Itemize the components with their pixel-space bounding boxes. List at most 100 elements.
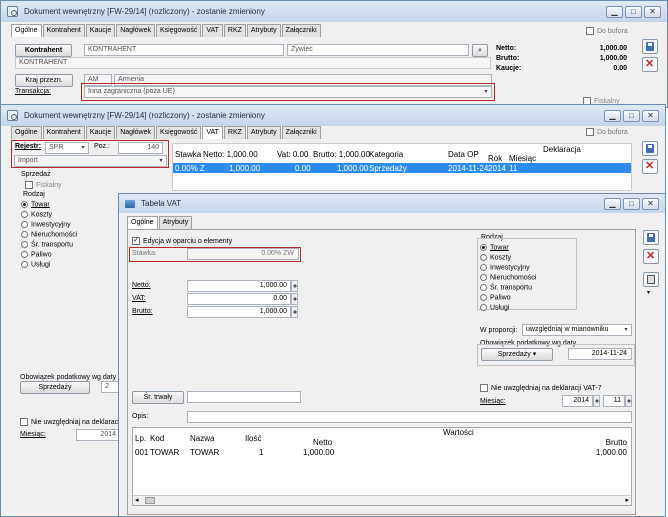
cancel-button[interactable]	[642, 159, 658, 174]
tab-naglowek[interactable]: Nagłówek	[116, 24, 155, 37]
kontrahent-name-field[interactable]: KONTRAHENT	[15, 57, 491, 69]
radio-inwestycyjny[interactable]: Inwestycyjny	[21, 221, 71, 228]
minimize-button[interactable]: ▁	[604, 198, 621, 210]
scroll-left-icon[interactable]: ◂	[135, 496, 139, 504]
kontrahent-button[interactable]: Kontrahent	[15, 44, 72, 57]
radio-uslugi[interactable]: Usługi	[480, 304, 509, 311]
fiskalny-checkbox[interactable]: Fiskalny	[25, 181, 62, 189]
miesiac-year-stepper[interactable]	[593, 395, 600, 407]
tab-atrybuty[interactable]: Atrybuty	[246, 24, 281, 37]
maximize-button[interactable]: □	[623, 198, 640, 210]
window-title-bar[interactable]: Dokument wewnętrzny [FW-29/14] (rozliczo…	[1, 105, 665, 126]
horizontal-scrollbar[interactable]: ◂ ▸	[133, 495, 631, 505]
tab-ogolne[interactable]: Ogólne	[11, 126, 42, 139]
radio-inwestycyjny[interactable]: Inwestycyjny	[480, 264, 530, 271]
w-proporcji-select[interactable]: uwzględniaj w mianowniku ▾	[522, 324, 632, 336]
close-window-button[interactable]: ✕	[642, 198, 659, 210]
radio-paliwo[interactable]: Paliwo	[21, 251, 52, 258]
obowiazek-label: Obowiązek podatkowy wg daty	[20, 374, 117, 381]
close-window-button[interactable]: ✕	[642, 110, 659, 122]
save-button[interactable]	[643, 230, 659, 245]
radio-koszty[interactable]: Koszty	[480, 254, 511, 261]
radio-sr-transportu[interactable]: Śr. transportu	[21, 241, 73, 248]
tab-ksiegowosc[interactable]: Księgowość	[155, 24, 202, 37]
import-select[interactable]: Import ▾	[14, 155, 167, 167]
city-field[interactable]: Żywiec	[287, 44, 469, 56]
search-button[interactable]: ⌕	[472, 44, 488, 57]
tab-ogolne[interactable]: Ogólne	[127, 216, 158, 229]
cancel-button[interactable]	[642, 57, 658, 72]
do-bufora-checkbox[interactable]: Do bufora	[586, 128, 628, 136]
radio-uslugi[interactable]: Usługi	[21, 261, 50, 268]
tab-kaucje[interactable]: Kaucje	[85, 24, 116, 37]
miesiac-month-field[interactable]: 11	[603, 395, 625, 407]
vat-stepper[interactable]	[291, 293, 298, 305]
tab-vat[interactable]: VAT	[202, 126, 223, 139]
do-bufora-checkbox[interactable]: Do bufora	[586, 27, 628, 35]
cell-netto: 1,000.00	[229, 164, 261, 173]
obowiazek-button[interactable]: Sprzedaży	[20, 381, 90, 394]
scroll-right-icon[interactable]: ▸	[625, 496, 629, 504]
tab-atrybuty[interactable]: Atrybuty	[246, 126, 281, 139]
tab-naglowek[interactable]: Nagłówek	[116, 126, 155, 139]
radio-koszty[interactable]: Koszty	[21, 211, 52, 218]
netto-field[interactable]: 1,000.00	[187, 280, 291, 292]
radio-nieruchomosci[interactable]: Nieruchomości	[480, 274, 536, 281]
opis-field[interactable]	[187, 411, 632, 423]
nie-uwzgl-checkbox[interactable]: Nie uwzględniaj na deklaracji	[20, 418, 121, 426]
kraj-przezn-button[interactable]: Kraj przezn.	[15, 74, 73, 87]
tab-ogolne[interactable]: Ogólne	[11, 24, 42, 37]
netto-stepper[interactable]	[291, 280, 298, 292]
tab-atrybuty[interactable]: Atrybuty	[158, 216, 193, 229]
window-title-bar[interactable]: Tabela VAT	[119, 194, 665, 213]
close-window-button[interactable]: ✕	[644, 6, 661, 18]
stawka-field[interactable]: 0.00% ZW	[187, 248, 299, 260]
save-button[interactable]	[642, 39, 658, 54]
tab-zalaczniki[interactable]: Załączniki	[281, 24, 321, 37]
radio-label: Paliwo	[31, 251, 52, 259]
radio-nieruchomosci[interactable]: Nieruchomości	[21, 231, 77, 238]
tab-vat[interactable]: VAT	[202, 24, 223, 37]
cancel-button[interactable]	[643, 249, 659, 264]
miesiac-field[interactable]: 2014	[76, 429, 121, 441]
miesiac-month-stepper[interactable]	[625, 395, 632, 407]
radio-towar[interactable]: Towar	[480, 244, 509, 251]
sr-trwaly-button[interactable]: Śr. trwały	[132, 391, 184, 404]
tab-rkz[interactable]: RKZ	[223, 126, 246, 139]
poz-field[interactable]: 140	[118, 142, 163, 154]
save-button[interactable]	[642, 141, 658, 156]
tab-kontrahent[interactable]: Kontrahent	[42, 24, 85, 37]
tab-ksiegowosc[interactable]: Księgowość	[155, 126, 202, 139]
radio-towar[interactable]: Towar	[21, 201, 50, 208]
miesiac-year-field[interactable]: 2014	[562, 395, 593, 407]
chevron-down-icon[interactable]: ▾	[647, 289, 650, 296]
kontrahent-code-field[interactable]: KONTRAHENT	[84, 44, 284, 56]
maximize-button[interactable]: □	[623, 110, 640, 122]
obowiazek-date-field[interactable]: 2014-11-24	[568, 348, 632, 360]
radio-paliwo[interactable]: Paliwo	[480, 294, 511, 301]
rejestr-label: Rejestr:	[15, 143, 42, 150]
maximize-button[interactable]: □	[625, 6, 642, 18]
brutto-field[interactable]: 1,000.00	[187, 306, 291, 318]
tab-rkz[interactable]: RKZ	[223, 24, 246, 37]
do-bufora-label: Do bufora	[597, 27, 628, 35]
table-row[interactable]: 0.00% Z 1,000.00 0.00 1,000.00 Sprzedaży…	[173, 163, 631, 173]
edycja-checkbox[interactable]: Edycja w oparciu o elementy	[132, 235, 232, 245]
obowiazek-button[interactable]: Sprzedaży ▾	[481, 348, 553, 361]
tab-kaucje[interactable]: Kaucje	[85, 126, 116, 139]
tab-zalaczniki[interactable]: Załączniki	[281, 126, 321, 139]
window-title-bar[interactable]: Dokument wewnętrzny [FW-29/14] (rozliczo…	[1, 1, 667, 22]
brutto-stepper[interactable]	[291, 306, 298, 318]
nie-uwzgl-checkbox[interactable]: Nie uwzględniaj na deklaracji VAT-7	[480, 384, 602, 392]
vat-field[interactable]: 0.00	[187, 293, 291, 305]
calculator-button[interactable]	[643, 272, 659, 287]
transakcja-select[interactable]: Inna zagraniczna (poza UE) ▾	[84, 86, 492, 98]
tab-kontrahent[interactable]: Kontrahent	[42, 126, 85, 139]
table-row[interactable]: 001 TOWAR TOWAR 1 1,000.00 1,000.00	[133, 448, 631, 458]
radio-sr-transportu[interactable]: Śr. transportu	[480, 284, 532, 291]
scroll-thumb[interactable]	[145, 497, 155, 504]
minimize-button[interactable]: ▁	[606, 6, 623, 18]
sr-trwaly-field[interactable]	[187, 391, 301, 403]
rejestr-select[interactable]: SPR ▾	[45, 142, 89, 154]
minimize-button[interactable]: ▁	[604, 110, 621, 122]
